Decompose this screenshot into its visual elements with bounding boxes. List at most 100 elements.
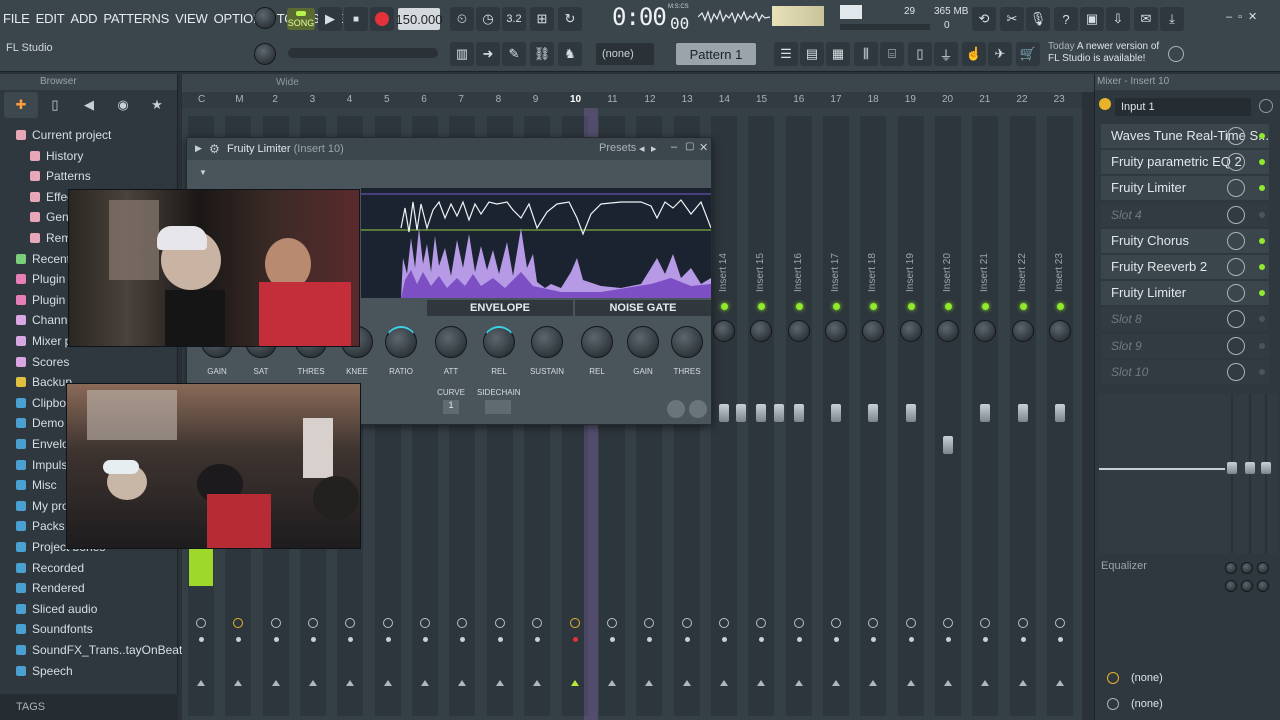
- insert-pan-knob[interactable]: [1049, 320, 1072, 342]
- route-arrow-icon[interactable]: [458, 680, 467, 686]
- route-arrow-icon[interactable]: [271, 680, 280, 686]
- route-in-selector[interactable]: (none): [1103, 668, 1273, 688]
- insert-volume-fader[interactable]: [943, 436, 953, 454]
- metronome-button[interactable]: ⏲: [450, 7, 474, 31]
- effect-slot[interactable]: Fruity Reeverb 2: [1101, 255, 1269, 279]
- send-dot[interactable]: [497, 637, 503, 642]
- send-dot[interactable]: [833, 637, 839, 642]
- route-arrow-icon[interactable]: [309, 680, 318, 686]
- curve-value[interactable]: 1: [443, 400, 459, 414]
- stamp-button[interactable]: ♞: [558, 42, 582, 66]
- step-edit-button[interactable]: ⊞: [530, 7, 554, 31]
- insert-volume-fader[interactable]: [718, 404, 729, 422]
- eq-knob-high[interactable]: [1257, 562, 1269, 574]
- route-arrow-icon[interactable]: [682, 680, 691, 686]
- route-arrow-icon[interactable]: [645, 680, 654, 686]
- link-button[interactable]: ⛓: [530, 42, 554, 66]
- send-dot[interactable]: [385, 637, 391, 642]
- insert-volume-fader[interactable]: [830, 404, 841, 422]
- mode-dropdown-icon[interactable]: ▼: [199, 168, 207, 177]
- all-tab[interactable]: ✚: [4, 92, 38, 118]
- touch-controller-button[interactable]: ☝: [962, 42, 986, 66]
- sidechain-selector[interactable]: [485, 400, 511, 414]
- latency-icon[interactable]: [606, 618, 617, 628]
- chevron-right-icon[interactable]: ▶: [195, 143, 202, 154]
- knob-rel[interactable]: [581, 326, 613, 358]
- browser-item[interactable]: History: [30, 149, 83, 163]
- browser-item[interactable]: Soundfonts: [16, 622, 93, 636]
- send-dot[interactable]: [572, 637, 578, 642]
- news-panel[interactable]: Today A newer version of FL Studio is av…: [1048, 41, 1166, 65]
- insert-enable-led[interactable]: [1057, 303, 1065, 310]
- latency-icon[interactable]: [308, 618, 319, 628]
- insert-volume-fader[interactable]: [793, 404, 804, 422]
- channel-selector[interactable]: (none): [596, 43, 654, 65]
- eq-fader-high[interactable]: [1261, 462, 1271, 474]
- send-dot[interactable]: [908, 637, 914, 642]
- render-button[interactable]: ⇩: [1106, 7, 1130, 31]
- mixer-insert-header[interactable]: Mixer - Insert 10: [1095, 74, 1280, 90]
- knob-gain[interactable]: [627, 326, 659, 358]
- window-controls[interactable]: –▫✕: [1226, 10, 1263, 23]
- loop-record-button[interactable]: ↻: [558, 7, 582, 31]
- slot-enable-led[interactable]: [1259, 159, 1265, 166]
- effect-slot[interactable]: Waves Tune Real-Time S...: [1101, 124, 1269, 148]
- latency-icon[interactable]: [270, 618, 281, 628]
- insert-enable-led[interactable]: [907, 303, 915, 310]
- latency-icon[interactable]: [943, 618, 953, 628]
- route-arrow-icon[interactable]: [981, 680, 990, 686]
- globe-icon[interactable]: [1168, 46, 1184, 62]
- insert-volume-fader[interactable]: [1055, 404, 1066, 422]
- minimize-icon[interactable]: –: [671, 141, 677, 153]
- gate-option-button-2[interactable]: [689, 400, 707, 418]
- browser-toggle-button[interactable]: ⌸: [880, 42, 904, 66]
- slot-enable-led[interactable]: [1259, 290, 1265, 297]
- insert-enable-led[interactable]: [832, 303, 840, 310]
- send-dot[interactable]: [796, 637, 802, 642]
- cut-button[interactable]: ✂: [1000, 7, 1024, 31]
- effect-slot[interactable]: Slot 8: [1101, 307, 1269, 332]
- eq-knob-mid[interactable]: [1241, 562, 1253, 574]
- route-arrow-icon[interactable]: [869, 680, 878, 686]
- effect-slot[interactable]: Fruity Limiter: [1101, 281, 1269, 306]
- latency-icon[interactable]: [196, 618, 206, 628]
- browser-item[interactable]: Recorded: [16, 561, 84, 575]
- wait-input-button[interactable]: ◷: [476, 7, 500, 31]
- route-arrow-icon[interactable]: [533, 680, 542, 686]
- route-arrow-icon[interactable]: [757, 680, 766, 686]
- slot-mix-knob[interactable]: [1227, 310, 1245, 329]
- slot-enable-led[interactable]: [1259, 133, 1265, 139]
- save-button[interactable]: ▣: [1080, 7, 1104, 31]
- effect-slot[interactable]: Fruity Limiter: [1101, 176, 1269, 201]
- browser-item[interactable]: Packs: [16, 519, 65, 533]
- menu-view[interactable]: VIEW: [172, 11, 210, 26]
- send-dot[interactable]: [609, 637, 615, 642]
- slot-mix-knob[interactable]: [1227, 258, 1245, 276]
- insert-enable-led[interactable]: [1019, 303, 1027, 310]
- route-arrow-icon[interactable]: [1018, 680, 1027, 686]
- close-icon[interactable]: ✕: [699, 141, 708, 154]
- effect-slot[interactable]: Slot 9: [1101, 333, 1269, 358]
- insert-volume-fader[interactable]: [868, 404, 879, 422]
- route-arrow-icon[interactable]: [346, 680, 355, 686]
- input-selector[interactable]: Input 1: [1115, 98, 1251, 116]
- menu-edit[interactable]: EDIT: [33, 11, 68, 26]
- route-arrow-icon[interactable]: [421, 680, 430, 686]
- eq-knob-mid-2[interactable]: [1241, 580, 1253, 592]
- latency-icon[interactable]: [681, 618, 692, 628]
- database-tab[interactable]: ◉: [106, 92, 140, 118]
- insert-enable-led[interactable]: [795, 303, 803, 310]
- latency-icon[interactable]: [793, 618, 804, 628]
- latency-icon[interactable]: [494, 618, 505, 628]
- pattern-selector[interactable]: Pattern 1: [676, 43, 756, 65]
- route-arrow-icon[interactable]: [906, 680, 915, 686]
- insert-enable-led[interactable]: [945, 303, 952, 310]
- prev-preset-icon[interactable]: ◂: [639, 142, 645, 155]
- insert-volume-fader[interactable]: [1017, 404, 1028, 422]
- knob-att[interactable]: [435, 326, 467, 358]
- send-dot[interactable]: [273, 637, 279, 642]
- master-pitch-knob[interactable]: [254, 43, 276, 65]
- insert-pan-knob[interactable]: [824, 320, 847, 342]
- route-arrow-icon[interactable]: [607, 680, 616, 686]
- arrow-tool-button[interactable]: ➜: [476, 42, 500, 66]
